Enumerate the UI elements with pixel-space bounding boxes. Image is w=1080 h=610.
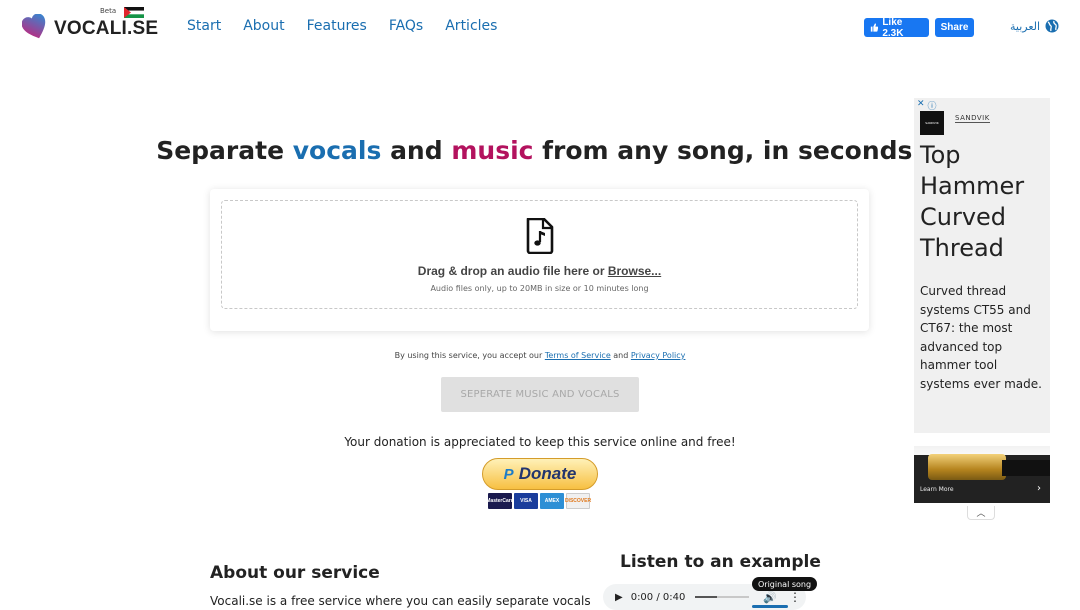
paypal-icon: P	[503, 465, 514, 483]
original-song-tag[interactable]: Original song	[752, 577, 818, 591]
ad-learn-more[interactable]: Learn More	[920, 486, 954, 493]
terms-middle: and	[610, 351, 631, 360]
play-icon[interactable]: ▶	[615, 592, 623, 603]
headline-part2: and	[381, 136, 452, 165]
ad-banner[interactable]: SANDVIK SANDVIK Top Hammer Curved Thread…	[914, 98, 1050, 433]
thumbs-up-icon	[870, 23, 879, 32]
browse-link[interactable]: Browse...	[608, 264, 661, 278]
language-switch[interactable]: العربية	[1010, 19, 1059, 33]
ad-close-icon[interactable]: ✕	[917, 99, 925, 112]
language-label: العربية	[1010, 19, 1041, 33]
example-title: Listen to an example	[620, 552, 821, 572]
ad-headline: Top Hammer Curved Thread	[920, 141, 1025, 262]
beta-label: Beta	[100, 7, 117, 15]
audio-file-icon	[526, 218, 554, 254]
nav-start[interactable]: Start	[187, 18, 221, 34]
upload-card: Drag & drop an audio file here or Browse…	[210, 189, 869, 331]
headline-part3: from any song, in seconds!	[533, 136, 924, 165]
player-progress[interactable]	[695, 596, 750, 598]
logo-text: VOCALI.SE	[54, 18, 159, 39]
ad-image[interactable]: Learn More ›	[914, 446, 1050, 504]
drop-instructions: Drag & drop an audio file here or Browse…	[222, 264, 857, 278]
player-time: 0:00 / 0:40	[630, 591, 686, 603]
upload-limits: Audio files only, up to 20MB in size or …	[430, 284, 649, 293]
ad-brand: SANDVIK	[955, 114, 990, 123]
payment-cards: MasterCard VISA AMEX DISCOVER	[486, 493, 591, 509]
drop-text: Drag & drop an audio file here or	[417, 264, 608, 278]
fb-share-label: Share	[940, 22, 969, 33]
ad-choices[interactable]: ✕ ⓘ	[917, 99, 937, 112]
audio-dropzone[interactable]: Drag & drop an audio file here or Browse…	[221, 200, 858, 309]
fb-like-label: Like 2.3K	[882, 16, 904, 39]
separate-button[interactable]: SEPERATE MUSIC AND VOCALS	[441, 377, 639, 412]
visa-icon: VISA	[514, 493, 538, 509]
ad-collapse-button[interactable]: ︿	[967, 506, 995, 520]
amex-icon: AMEX	[540, 493, 564, 509]
ad-logo: SANDVIK	[920, 111, 944, 135]
chevron-right-icon[interactable]: ›	[1037, 483, 1041, 494]
nav-faqs[interactable]: FAQs	[389, 18, 423, 34]
about-title: About our service	[210, 563, 380, 583]
mastercard-icon: MasterCard	[486, 493, 514, 509]
nav-about[interactable]: About	[243, 18, 284, 34]
headline-vocals: vocals	[292, 136, 382, 165]
terms-of-service-link[interactable]: Terms of Service	[545, 351, 611, 360]
nav-articles[interactable]: Articles	[445, 18, 497, 34]
site-logo[interactable]: VOCALI.SE Beta	[20, 7, 160, 46]
facebook-like-button[interactable]: Like 2.3K	[864, 16, 929, 39]
logo-heart-icon	[22, 14, 46, 39]
headline-music: music	[451, 136, 534, 165]
ad-drill-bit-image	[928, 454, 1006, 480]
palestine-flag-icon	[124, 7, 144, 18]
privacy-policy-link[interactable]: Privacy Policy	[631, 351, 686, 360]
headline-part1: Separate	[156, 136, 293, 165]
donate-label: Donate	[518, 464, 577, 483]
about-text: Vocali.se is a free service where you ca…	[210, 594, 591, 608]
terms-prefix: By using this service, you accept our	[394, 351, 545, 360]
more-options-icon[interactable]: ⋮	[789, 590, 801, 604]
facebook-share-button[interactable]: Share	[935, 18, 974, 37]
main-nav: Start About Features FAQs Articles	[187, 18, 519, 34]
globe-icon	[1045, 19, 1059, 33]
donate-button[interactable]: P Donate	[482, 458, 598, 490]
ad-drill-rod-image	[1002, 460, 1050, 476]
chevron-up-icon: ︿	[976, 509, 986, 519]
discover-icon: DISCOVER	[565, 493, 591, 509]
ad-body: Curved thread systems CT55 and CT67: the…	[920, 284, 1042, 391]
nav-features[interactable]: Features	[307, 18, 367, 34]
volume-icon[interactable]: 🔊	[763, 591, 777, 604]
ad-info-icon[interactable]: ⓘ	[928, 99, 937, 112]
